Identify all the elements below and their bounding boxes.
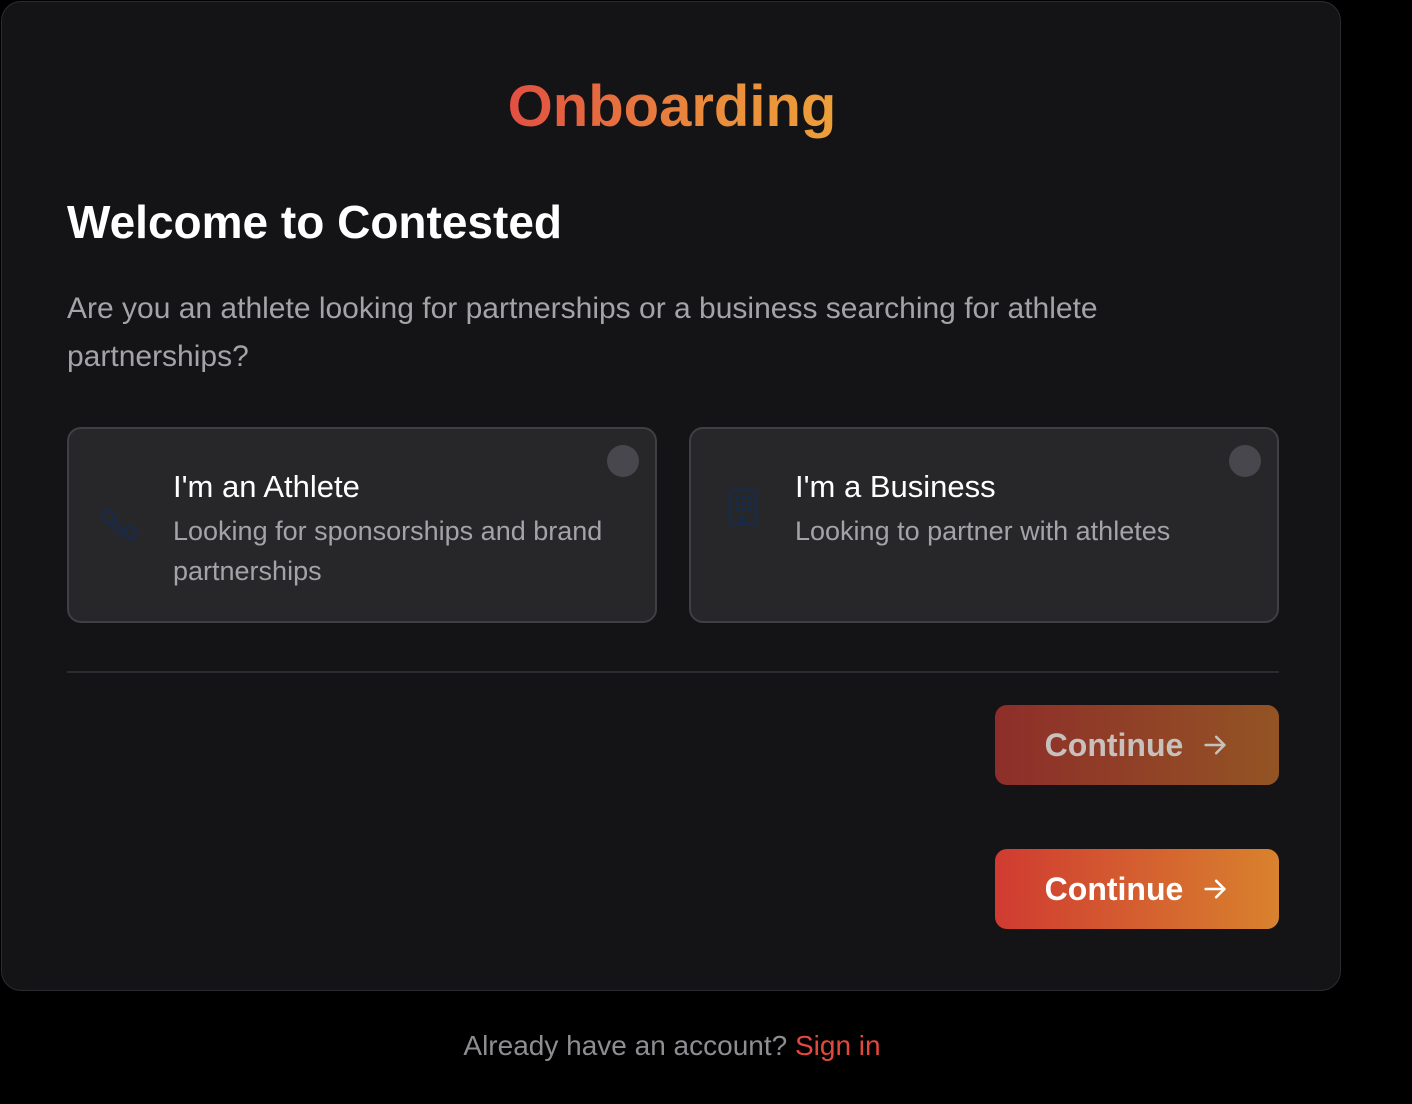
athlete-option-description: Looking for sponsorships and brand partn… [173, 516, 603, 586]
business-option-title: I'm a Business [795, 469, 996, 504]
divider [67, 671, 1279, 673]
continue-button-disabled[interactable]: Continue [995, 705, 1279, 785]
account-prompt-text: Already have an account? [463, 1030, 788, 1061]
business-option-description: Looking to partner with athletes [795, 516, 1171, 546]
continue-label: Continue [1044, 870, 1184, 907]
arrow-right-icon [1204, 735, 1226, 755]
onboarding-card: Onboarding Welcome to Contested Are you … [1, 1, 1341, 991]
welcome-heading: Welcome to Contested [67, 196, 562, 248]
business-radio[interactable] [1229, 445, 1261, 477]
arrow-right-icon [1204, 879, 1226, 899]
sign-in-prompt: Already have an account? Sign in [0, 1026, 1344, 1066]
athlete-radio[interactable] [607, 445, 639, 477]
dumbbell-icon [101, 508, 139, 542]
athlete-option-card[interactable]: I'm an Athlete Looking for sponsorships … [67, 427, 657, 623]
building-icon [728, 488, 758, 526]
athlete-option-title: I'm an Athlete [173, 469, 360, 504]
page-title: Onboarding [507, 74, 837, 139]
continue-button[interactable]: Continue [995, 849, 1279, 929]
continue-disabled-label: Continue [1044, 726, 1184, 763]
role-question: Are you an athlete looking for partnersh… [67, 292, 1098, 373]
sign-in-link[interactable]: Sign in [795, 1030, 881, 1061]
business-option-card[interactable]: I'm a Business Looking to partner with a… [689, 427, 1279, 623]
